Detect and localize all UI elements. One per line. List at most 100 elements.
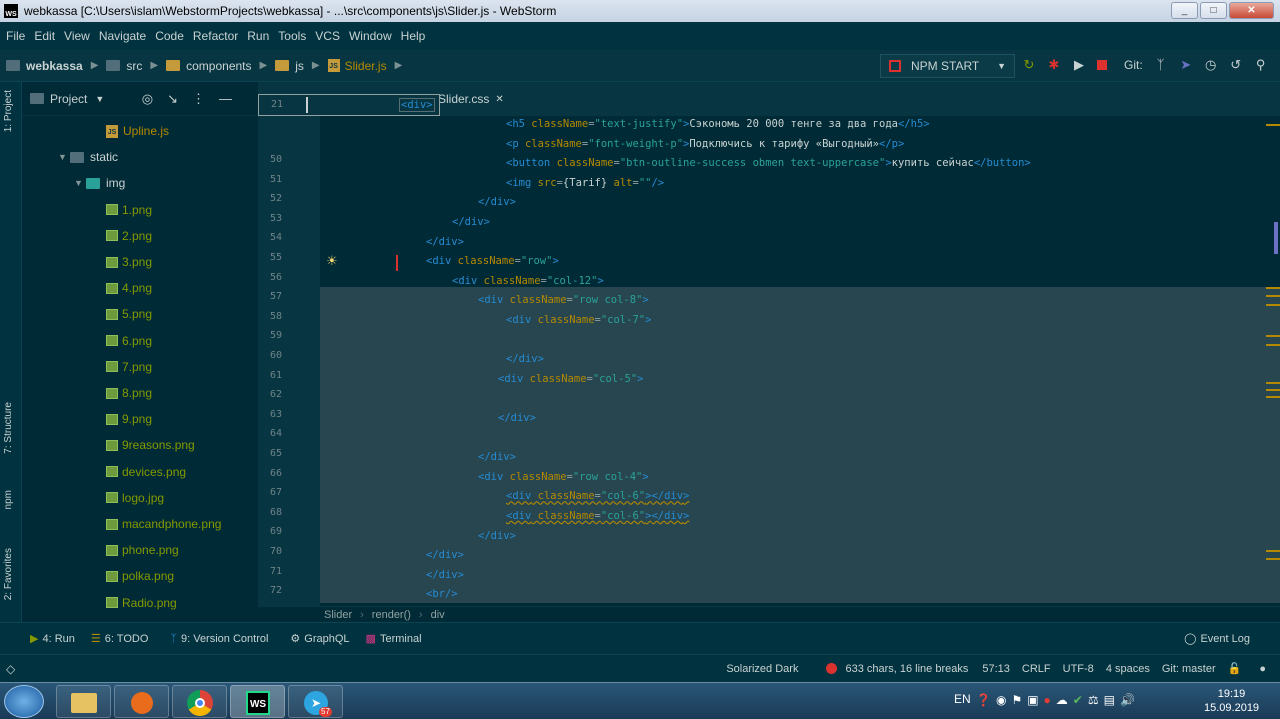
tree-item[interactable]: macandphone.png	[106, 511, 221, 537]
chevron-down-icon[interactable]: ▼	[74, 178, 86, 188]
status-position[interactable]: 57:13	[982, 663, 1010, 675]
tree-item[interactable]: logo.jpg	[106, 485, 164, 511]
more-icon[interactable]: ⋮	[192, 91, 219, 106]
record-icon[interactable]: ●	[1044, 693, 1051, 707]
webstorm-taskbar-button[interactable]: WS	[230, 685, 285, 718]
code-line[interactable]: <div className="col-6"></div>	[506, 490, 689, 502]
tab-terminal[interactable]: Terminal	[380, 633, 422, 645]
tree-item[interactable]: 9reasons.png	[106, 432, 195, 458]
breadcrumb-components[interactable]: components	[166, 59, 252, 73]
tab-version-control[interactable]: 9: Version Control	[181, 633, 268, 645]
code-line[interactable]: <div className="col-5">	[498, 373, 643, 385]
menu-help[interactable]: Help	[401, 29, 426, 43]
lock-icon[interactable]: 🔓	[1228, 662, 1242, 675]
layers-icon[interactable]: ◇	[6, 662, 15, 676]
tree-item[interactable]: 5.png	[106, 301, 152, 327]
git-push-icon[interactable]: ➤	[1179, 58, 1193, 72]
revert-icon[interactable]: ↺	[1229, 58, 1243, 72]
tree-item[interactable]: Radio.png	[106, 590, 177, 616]
monitor-icon[interactable]: ▣	[1027, 693, 1038, 707]
chevron-down-icon[interactable]: ▼	[58, 152, 70, 162]
tree-item[interactable]: 1.png	[106, 197, 152, 223]
tree-item[interactable]: 6.png	[106, 328, 152, 354]
minimize-button[interactable]: _	[1171, 2, 1198, 19]
tree-item[interactable]: JS Upline.js	[106, 118, 169, 144]
code-line[interactable]: <div className="col-12">	[452, 275, 604, 287]
chrome-taskbar-button[interactable]	[172, 685, 227, 718]
tree-item[interactable]: 3.png	[106, 249, 152, 275]
status-encoding[interactable]: UTF-8	[1063, 663, 1094, 675]
tab-run[interactable]: 4: Run	[42, 633, 74, 645]
code-breadcrumb-item[interactable]: div	[431, 609, 445, 621]
start-button[interactable]	[4, 685, 44, 718]
code-line[interactable]: </div>	[478, 530, 516, 542]
run-configuration-select[interactable]: NPM START ▼	[880, 54, 1015, 78]
code-line[interactable]: <div className="col-6"></div>	[506, 510, 689, 522]
code-line[interactable]: <h5 className="text-justify">Сэкономь 20…	[506, 118, 930, 130]
menu-run[interactable]: Run	[247, 29, 269, 43]
tree-item[interactable]: devices.png	[106, 459, 186, 485]
tab-project[interactable]: 1: Project	[3, 90, 14, 132]
tree-item[interactable]: polka.png	[106, 563, 174, 589]
clock[interactable]: 19:19 15.09.2019	[1204, 687, 1259, 715]
close-tab-icon[interactable]: ✕	[495, 94, 503, 105]
volume-icon[interactable]: 🔊	[1120, 693, 1135, 707]
menu-navigate[interactable]: Navigate	[99, 29, 146, 43]
tab-slider-css[interactable]: Slider.css ✕	[438, 92, 504, 106]
cloud-icon[interactable]: ☁	[1056, 693, 1068, 707]
tab-npm[interactable]: npm	[3, 490, 14, 509]
code-line[interactable]: <img src={Tarif} alt=""/>	[506, 177, 664, 189]
breadcrumb-file[interactable]: JS Slider.js	[327, 59, 387, 73]
help-icon[interactable]: ❓	[976, 693, 991, 707]
rerun-icon[interactable]: ↻	[1022, 58, 1036, 72]
search-icon[interactable]: ⚲	[1254, 58, 1268, 72]
tree-item[interactable]: 7.png	[106, 354, 152, 380]
code-line[interactable]: <div className="row col-4">	[478, 471, 649, 483]
code-line[interactable]: </div>	[426, 569, 464, 581]
code-line[interactable]: <br/>	[426, 588, 458, 600]
code-line[interactable]: </div>	[426, 236, 464, 248]
code-line[interactable]: <div className="row">	[426, 255, 559, 267]
code-line[interactable]: <div className="row col-8">	[478, 294, 649, 306]
tree-item[interactable]: 2.png	[106, 223, 152, 249]
menu-file[interactable]: File	[6, 29, 25, 43]
flag-icon[interactable]: ⚑	[1011, 693, 1022, 707]
code-line[interactable]: </div>	[506, 353, 544, 365]
tree-item[interactable]: 8.png	[106, 380, 152, 406]
project-panel-title[interactable]: Project	[50, 92, 87, 106]
menu-window[interactable]: Window	[349, 29, 392, 43]
status-git-branch[interactable]: Git: master	[1162, 663, 1216, 675]
menu-tools[interactable]: Tools	[278, 29, 306, 43]
chevron-down-icon[interactable]: ▼	[95, 94, 104, 104]
tree-item[interactable]: phone.png	[106, 537, 179, 563]
debug-icon[interactable]: ✱	[1047, 58, 1061, 72]
code-breadcrumb-item[interactable]: Slider	[324, 609, 352, 621]
stop-icon[interactable]	[1097, 60, 1107, 70]
tab-favorites[interactable]: 2: Favorites	[3, 548, 14, 600]
tree-item[interactable]: ▼ static	[58, 144, 118, 170]
inspector-icon[interactable]: ●	[1259, 663, 1266, 675]
run-with-coverage-icon[interactable]: ▶	[1072, 58, 1086, 72]
code-line[interactable]: <div className="col-7">	[506, 314, 651, 326]
git-branch-icon[interactable]: ᛉ	[1154, 58, 1168, 72]
code-line[interactable]: <p className="font-weight-p">Подключись …	[506, 138, 904, 150]
telegram-taskbar-button[interactable]: ➤ 57	[288, 685, 343, 718]
breadcrumb-src[interactable]: src	[106, 59, 142, 73]
scrollbar-thumb[interactable]	[1274, 222, 1278, 254]
menu-view[interactable]: View	[64, 29, 90, 43]
breadcrumb-js[interactable]: js	[275, 59, 304, 73]
tree-item[interactable]: ▼ img	[74, 170, 125, 196]
tab-todo[interactable]: 6: TODO	[105, 633, 149, 645]
target-icon[interactable]: ◎	[142, 91, 167, 106]
tree-item[interactable]: 4.png	[106, 275, 152, 301]
code-line[interactable]: </div>	[498, 412, 536, 424]
status-line-separator[interactable]: CRLF	[1022, 663, 1051, 675]
network-tray-icon[interactable]: ◉	[996, 693, 1006, 707]
tab-event-log[interactable]: Event Log	[1200, 633, 1250, 645]
menu-refactor[interactable]: Refactor	[193, 29, 238, 43]
minimize-panel-icon[interactable]: —	[219, 91, 246, 106]
code-breadcrumb-item[interactable]: render()	[372, 609, 411, 621]
signal-icon[interactable]: ▤	[1104, 693, 1115, 707]
media-player-taskbar-button[interactable]	[114, 685, 169, 718]
code-line[interactable]: </div>	[478, 196, 516, 208]
